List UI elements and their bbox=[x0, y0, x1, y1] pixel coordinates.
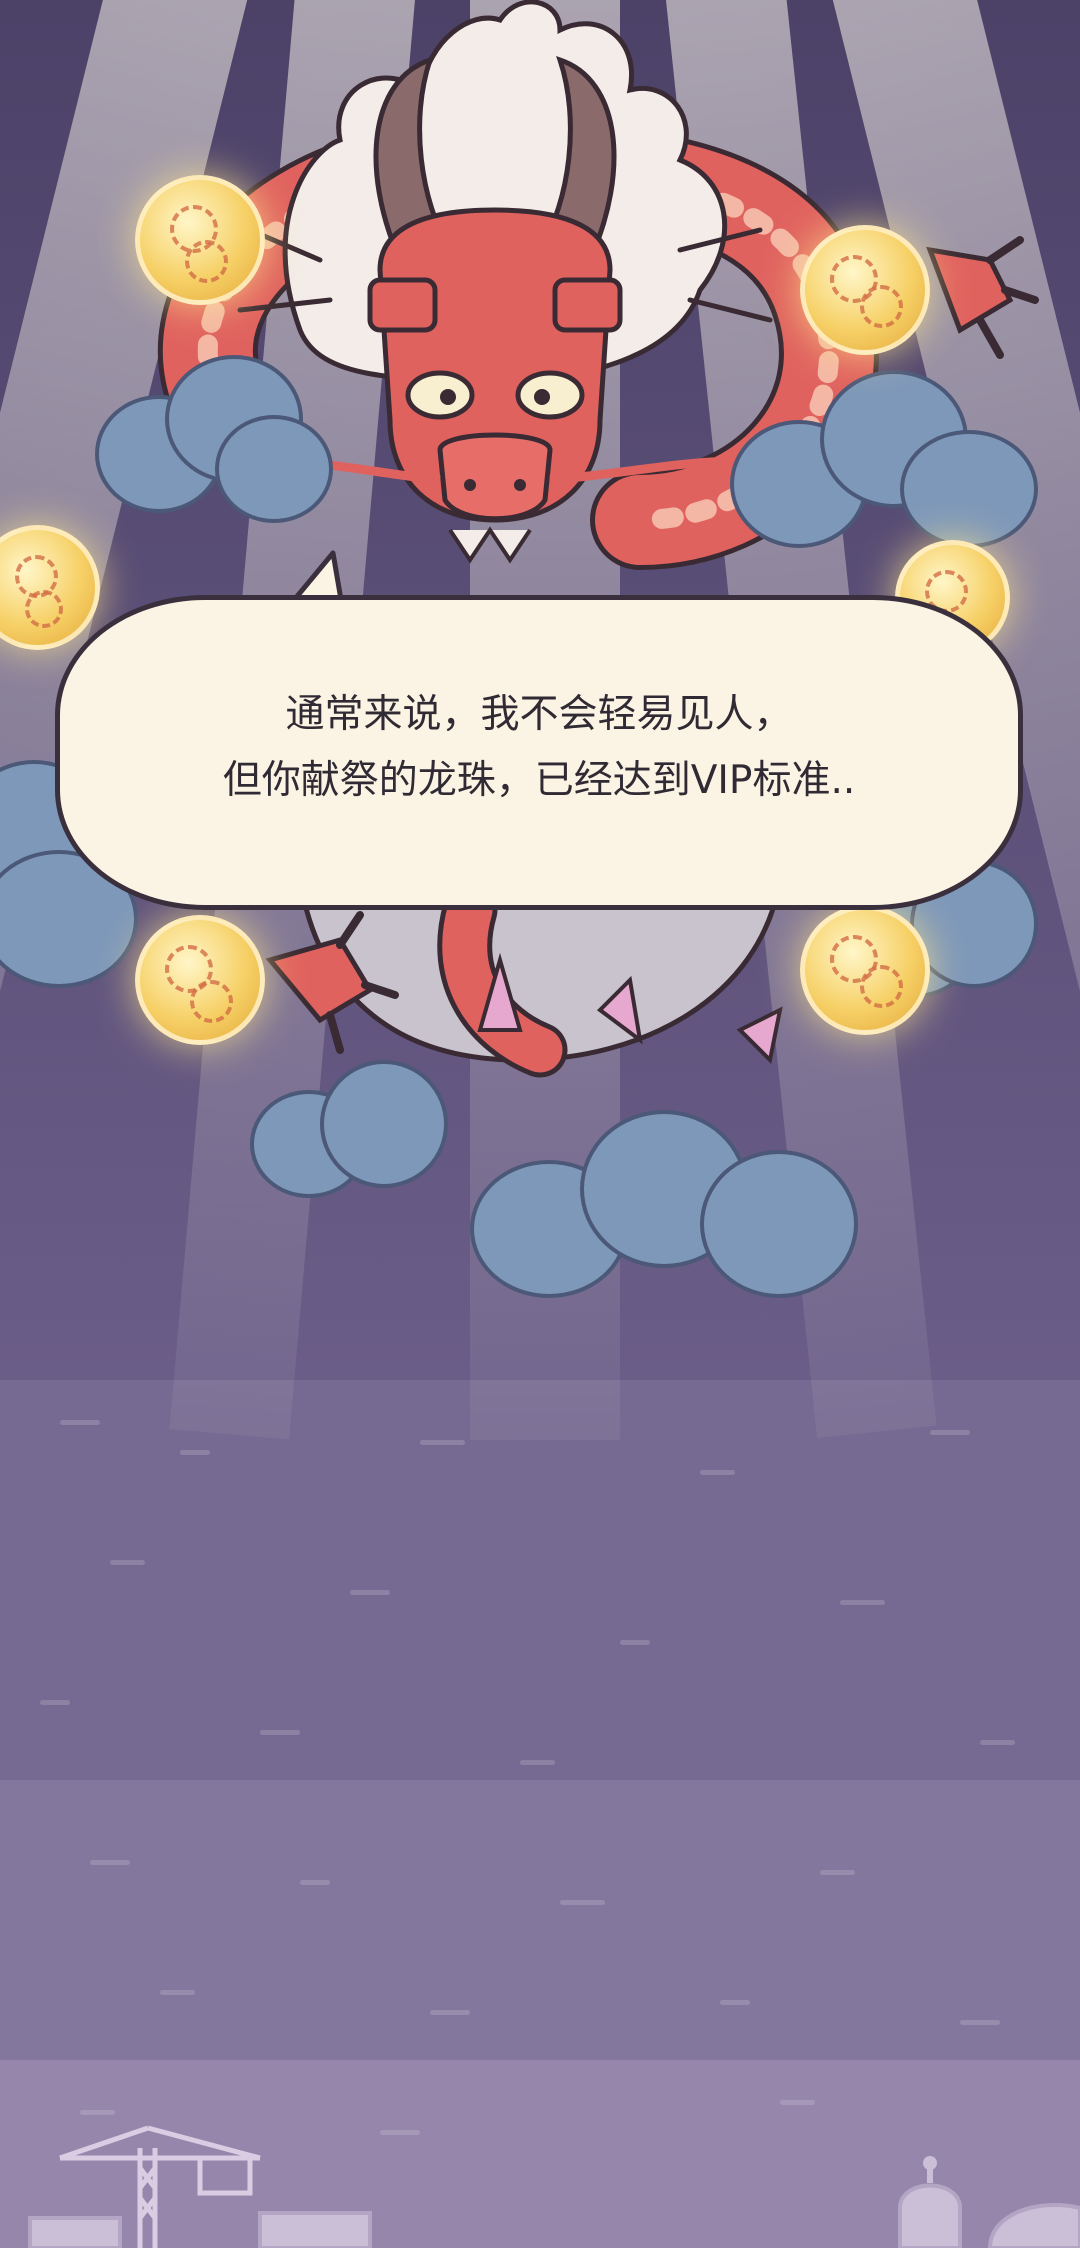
bg-dash bbox=[930, 1430, 970, 1435]
bg-dash bbox=[300, 1880, 330, 1885]
bg-dash bbox=[520, 1760, 555, 1765]
bg-dash bbox=[430, 2010, 470, 2015]
ground-band-2 bbox=[0, 1780, 1080, 2060]
bg-dash bbox=[260, 1730, 300, 1735]
bg-dash bbox=[980, 1740, 1015, 1745]
cloud-icon bbox=[95, 355, 333, 525]
bg-dash bbox=[820, 1870, 855, 1875]
bg-dash bbox=[180, 1450, 210, 1455]
cloud-icon bbox=[470, 1110, 858, 1310]
cloud-icon bbox=[730, 370, 1038, 550]
bg-dash bbox=[840, 1600, 885, 1605]
dragon-claw-right bbox=[926, 236, 1039, 359]
bg-dash bbox=[110, 1560, 145, 1565]
city-skyline bbox=[28, 2125, 1080, 2248]
dragon-pearl-icon[interactable] bbox=[135, 915, 265, 1045]
bg-dash bbox=[720, 2000, 750, 2005]
dialogue-line-1: 通常来说，我不会轻易见人， bbox=[285, 692, 793, 737]
dialogue-text: 通常来说，我不会轻易见人， 但你献祭的龙珠，已经达到VIP标准.. bbox=[60, 682, 1018, 814]
bg-dash bbox=[560, 1900, 605, 1905]
bg-dash bbox=[700, 1470, 735, 1475]
ground-band-1 bbox=[0, 1380, 1080, 1780]
dragon-pearl-icon[interactable] bbox=[800, 905, 930, 1035]
dialogue-line-2: 但你献祭的龙珠，已经达到VIP标准.. bbox=[222, 758, 856, 803]
bg-dash bbox=[780, 2100, 815, 2105]
dragon-pearl-icon[interactable] bbox=[800, 225, 930, 355]
speech-bubble[interactable]: 通常来说，我不会轻易见人， 但你献祭的龙珠，已经达到VIP标准.. bbox=[55, 595, 1023, 910]
cloud-icon bbox=[250, 1060, 450, 1210]
bg-dash bbox=[80, 2110, 115, 2115]
bg-dash bbox=[90, 1860, 130, 1865]
game-scene[interactable]: 通常来说，我不会轻易见人， 但你献祭的龙珠，已经达到VIP标准.. bbox=[0, 0, 1080, 2248]
dragon-pearl-icon[interactable] bbox=[135, 175, 265, 305]
bg-dash bbox=[60, 1420, 100, 1425]
bg-dash bbox=[960, 2020, 1000, 2025]
temple-icon bbox=[898, 2156, 962, 2248]
bg-dash bbox=[620, 1640, 650, 1645]
bg-dash bbox=[160, 1990, 195, 1995]
bg-dash bbox=[40, 1700, 70, 1705]
bg-dash bbox=[420, 1440, 465, 1445]
bg-dash bbox=[350, 1590, 390, 1595]
